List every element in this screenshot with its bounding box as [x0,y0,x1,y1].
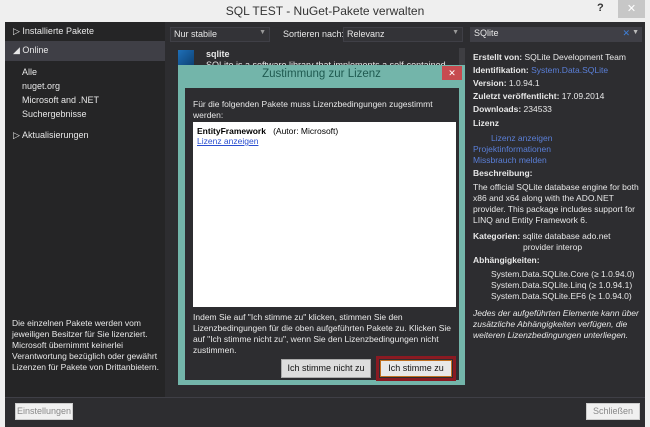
clear-search-icon[interactable]: ✕ [622,28,630,39]
collapse-icon: ◢ [13,45,23,55]
decline-button[interactable]: Ich stimme nicht zu [281,359,371,378]
sort-label: Sortieren nach: [283,29,345,39]
sidebar-item-updates[interactable]: ▷ Aktualisierungen [13,130,88,141]
sort-select[interactable]: Relevanz ▼ [343,27,463,42]
window-close-button[interactable]: ✕ [618,0,645,18]
description: The official SQLite database engine for … [473,182,639,225]
sidebar-item-nuget[interactable]: nuget.org [22,81,60,91]
settings-button[interactable]: Einstellungen [15,403,73,420]
footer-bar [5,397,645,427]
license-heading: Lizenz [473,118,499,128]
report-abuse-link[interactable]: Missbrauch melden [473,155,547,165]
search-input[interactable]: SQlite ✕ ▼ [470,27,642,42]
dependencies-note: Jedes der aufgeführten Elemente kann übe… [473,308,639,340]
id-link[interactable]: System.Data.SQLite [531,65,608,75]
sidebar-item-microsoft[interactable]: Microsoft and .NET [22,95,99,105]
published-date: 17.09.2014 [561,91,605,101]
expand-icon: ▷ [13,26,23,36]
package-name[interactable]: sqlite [206,49,230,59]
license-disclaimer: Die einzelnen Pakete werden vom jeweilig… [12,318,159,372]
dependency: System.Data.SQLite.EF6 (≥ 1.0.94.0) [491,291,632,301]
downloads: 234533 [523,104,552,114]
sidebar-item-search-results[interactable]: Suchergebnisse [22,109,87,119]
license-link[interactable]: Lizenz anzeigen [491,133,552,143]
sidebar-item-installed[interactable]: ▷ Installierte Pakete [13,26,94,37]
project-info-link[interactable]: Projektinformationen [473,144,551,154]
accept-button[interactable]: Ich stimme zu [376,356,456,381]
dialog-title: Zustimmung zur Lizenz [262,68,381,80]
package-name: EntityFramework [197,126,266,136]
dependency: System.Data.SQLite.Core (≥ 1.0.94.0) [491,269,635,279]
filter-select[interactable]: Nur stabile ▼ [170,27,270,42]
chevron-down-icon: ▼ [259,29,266,36]
dialog-message: Für die folgenden Pakete muss Lizenzbedi… [193,99,433,120]
chevron-down-icon: ▼ [452,29,459,36]
license-link[interactable]: Lizenz anzeigen [197,136,452,146]
close-button[interactable]: Schließen [586,403,640,420]
agreement-text: Indem Sie auf "Ich stimme zu" klicken, s… [193,312,452,355]
dependency: System.Data.SQLite.Linq (≥ 1.0.94.1) [491,280,633,290]
author: SQLite Development Team [524,52,626,62]
version: 1.0.94.1 [508,78,540,88]
package-author: (Autor: Microsoft) [273,126,339,136]
expand-icon: ▷ [13,130,22,140]
package-license-list: EntityFramework (Autor: Microsoft) Lizen… [193,122,456,307]
help-button[interactable]: ? [597,2,604,14]
dependencies-heading: Abhängigkeiten: [473,255,540,265]
dialog-close-button[interactable]: ✕ [442,66,462,80]
description-heading: Beschreibung: [473,168,533,178]
sidebar-item-all[interactable]: Alle [22,67,37,77]
chevron-down-icon[interactable]: ▼ [632,29,639,36]
sidebar-item-online[interactable]: ◢ Online [5,41,165,61]
window-title: SQL TEST - NuGet-Pakete verwalten [225,4,425,18]
